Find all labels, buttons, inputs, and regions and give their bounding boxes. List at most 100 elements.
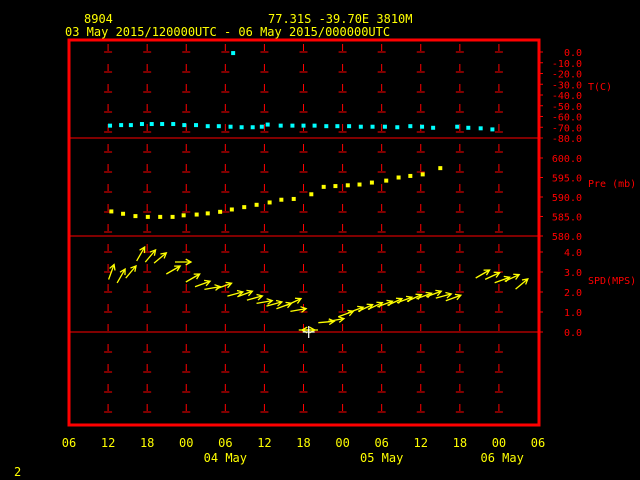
wind-vector	[475, 269, 491, 279]
wind-vector	[153, 251, 168, 264]
temperature-point	[239, 125, 244, 130]
pressure-point	[396, 175, 401, 180]
x-tick-label: 06	[218, 436, 232, 450]
wind-vector	[426, 289, 443, 298]
temperature-point	[182, 123, 187, 128]
station-location: 77.31S -39.70E 3810M	[268, 12, 413, 26]
y-tick-label: -80.0	[552, 134, 582, 145]
temperature-point	[301, 123, 306, 128]
y-tick-label: 595.0	[552, 174, 582, 185]
pressure-point	[242, 205, 247, 210]
time-period: 03 May 2015/120000UTC - 06 May 2015/0000…	[65, 25, 390, 39]
pressure-point	[291, 196, 296, 201]
temperature-point	[347, 124, 352, 129]
wind-vector	[515, 277, 529, 290]
pressure-point	[369, 180, 374, 185]
pressure-point	[357, 182, 362, 187]
x-tick-label: 18	[296, 436, 310, 450]
x-tick-label: 00	[492, 436, 506, 450]
temperature-point	[490, 127, 495, 132]
temperature-point	[382, 124, 387, 129]
temperature-point	[171, 122, 176, 127]
pressure-point	[229, 207, 234, 212]
temperature-point	[278, 123, 283, 128]
y-tick-label: 2.0	[564, 288, 582, 299]
pressure-point	[333, 184, 338, 189]
temperature-point	[312, 123, 317, 128]
panel-label-pressure: Pre (mb)	[588, 179, 636, 190]
y-tick-label: -50.0	[552, 102, 582, 113]
temperature-point	[335, 124, 340, 129]
pressure-point	[267, 200, 272, 205]
y-tick-label: 1.0	[564, 308, 582, 319]
pressure-point	[109, 209, 114, 214]
temperature-point	[108, 123, 113, 128]
temperature-point	[478, 126, 483, 131]
temperature-point	[395, 125, 400, 130]
y-tick-label: 585.0	[552, 213, 582, 224]
y-tick-label: 3.0	[564, 268, 582, 279]
pressure-point	[218, 209, 223, 214]
wind-vector	[185, 273, 201, 283]
wind-vector	[318, 318, 336, 326]
pressure-point	[205, 211, 210, 216]
pressure-point	[145, 214, 150, 219]
pressure-point	[194, 212, 199, 217]
temperature-point	[265, 122, 270, 127]
axes-layer: 0.0-10.0-20.0-30.0-40.0-50.0-60.0-70.0-8…	[62, 48, 636, 465]
y-tick-label: -60.0	[552, 113, 582, 124]
pressure-point	[279, 197, 284, 202]
x-tick-label: 12	[414, 436, 428, 450]
x-tick-label: 06	[374, 436, 388, 450]
x-date-label: 04 May	[204, 451, 247, 465]
temperature-point	[149, 122, 154, 127]
y-tick-label: 0.0	[564, 48, 582, 59]
temperature-point	[228, 124, 233, 129]
wind-vector	[286, 297, 303, 306]
y-tick-label: -40.0	[552, 91, 582, 102]
panel-label-temperature: T(C)	[588, 82, 612, 93]
temperature-point	[324, 124, 329, 129]
pressure-point	[384, 178, 389, 183]
x-tick-label: 18	[453, 436, 467, 450]
y-tick-label: -20.0	[552, 70, 582, 81]
wind-vector	[125, 264, 137, 279]
meteogram-chart: 8904 77.31S -39.70E 3810M 03 May 2015/12…	[14, 12, 636, 479]
temperature-point	[139, 122, 144, 127]
x-tick-label: 00	[335, 436, 349, 450]
temperature-point	[205, 124, 210, 129]
pressure-point	[133, 214, 138, 219]
x-tick-label: 00	[179, 436, 193, 450]
pressure-point	[254, 202, 259, 207]
pressure-point	[420, 172, 425, 177]
y-tick-label: 0.0	[564, 328, 582, 339]
temperature-point	[466, 125, 471, 130]
pressure-point	[408, 173, 413, 178]
temperature-point	[128, 123, 133, 128]
pressure-point	[181, 213, 186, 218]
temperature-point	[455, 124, 460, 129]
temperature-point	[250, 125, 255, 130]
pressure-point	[170, 214, 175, 219]
pressure-point	[321, 184, 326, 189]
y-tick-label: -10.0	[552, 59, 582, 70]
x-tick-label: 12	[101, 436, 115, 450]
y-tick-label: -30.0	[552, 80, 582, 91]
pressure-point	[438, 166, 443, 171]
temperature-point	[358, 124, 363, 129]
pressure-point	[121, 211, 126, 216]
station-id: 8904	[84, 12, 113, 26]
x-date-label: 06 May	[480, 451, 523, 465]
temperature-point	[370, 124, 375, 129]
wind-vector	[165, 265, 182, 275]
y-tick-label: -70.0	[552, 123, 582, 134]
wind-vector	[174, 258, 193, 266]
panel-label-wind: SPD(MPS)	[588, 276, 636, 287]
pressure-point	[345, 183, 350, 188]
x-tick-label: 06	[62, 436, 76, 450]
y-tick-label: 590.0	[552, 193, 582, 204]
y-tick-label: 580.0	[552, 232, 582, 243]
wind-vector	[116, 267, 126, 284]
x-date-label: 05 May	[360, 451, 403, 465]
wind-vector	[136, 245, 146, 262]
